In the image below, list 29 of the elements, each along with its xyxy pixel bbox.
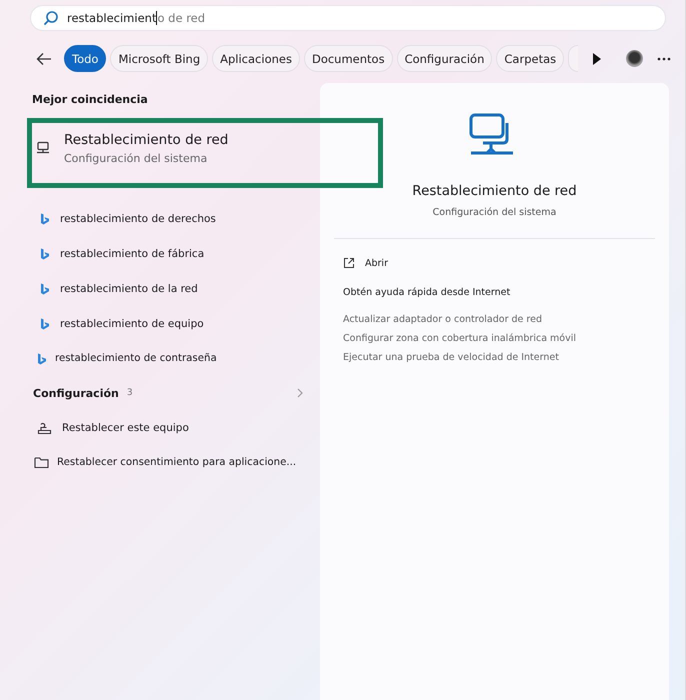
filter-tab[interactable]: Todo bbox=[64, 45, 106, 72]
web-suggestion[interactable]: restablecimiento de contraseña bbox=[20, 341, 315, 376]
result-title: Restablecimiento de red bbox=[64, 132, 228, 148]
web-suggestion[interactable]: restablecimiento de fábrica bbox=[20, 236, 315, 271]
filter-tab[interactable]: Aplicaciones bbox=[212, 45, 300, 72]
web-suggestion[interactable]: restablecimiento de equipo bbox=[20, 306, 315, 341]
settings-result[interactable]: Restablecer consentimiento para aplicacione... bbox=[20, 445, 315, 480]
filter-tab[interactable]: Configuración bbox=[396, 45, 492, 72]
preview-subtitle: Configuración del sistema bbox=[432, 207, 556, 218]
settings-result[interactable]: Restablecer este equipo bbox=[20, 410, 315, 445]
filter-tab[interactable]: Carpetas bbox=[496, 45, 564, 72]
search-field[interactable]: restablecimiento de red bbox=[30, 5, 666, 31]
result-subtitle: Configuración del sistema bbox=[64, 152, 208, 164]
section-heading: Configuración bbox=[33, 386, 119, 400]
help-link[interactable]: Ejecutar una prueba de velocidad de Internet bbox=[343, 352, 559, 363]
web-suggestion[interactable]: restablecimiento de derechos bbox=[20, 201, 315, 236]
web-suggestion[interactable]: restablecimiento de la red bbox=[20, 271, 315, 306]
section-heading: Mejor coincidencia bbox=[31, 93, 149, 106]
result-count: 3 bbox=[126, 388, 133, 398]
autocomplete-suggestion: o de red bbox=[157, 11, 206, 25]
search-query: restablecimient bbox=[67, 11, 156, 25]
help-heading: Obtén ayuda rápida desde Internet bbox=[343, 287, 510, 298]
open-link[interactable]: Abrir bbox=[320, 253, 409, 273]
help-link[interactable]: Configurar zona con cobertura inalámbrica móvil bbox=[343, 333, 576, 344]
help-link[interactable]: Actualizar adaptador o controlador de red bbox=[343, 314, 542, 325]
preview-title: Restablecimiento de red bbox=[412, 183, 577, 199]
filter-tab[interactable]: Documentos bbox=[304, 45, 393, 72]
best-match-item[interactable]: Restablecimiento de red Configuración del sistema bbox=[20, 118, 315, 178]
filter-tab[interactable]: Microsoft Bing bbox=[110, 45, 208, 72]
